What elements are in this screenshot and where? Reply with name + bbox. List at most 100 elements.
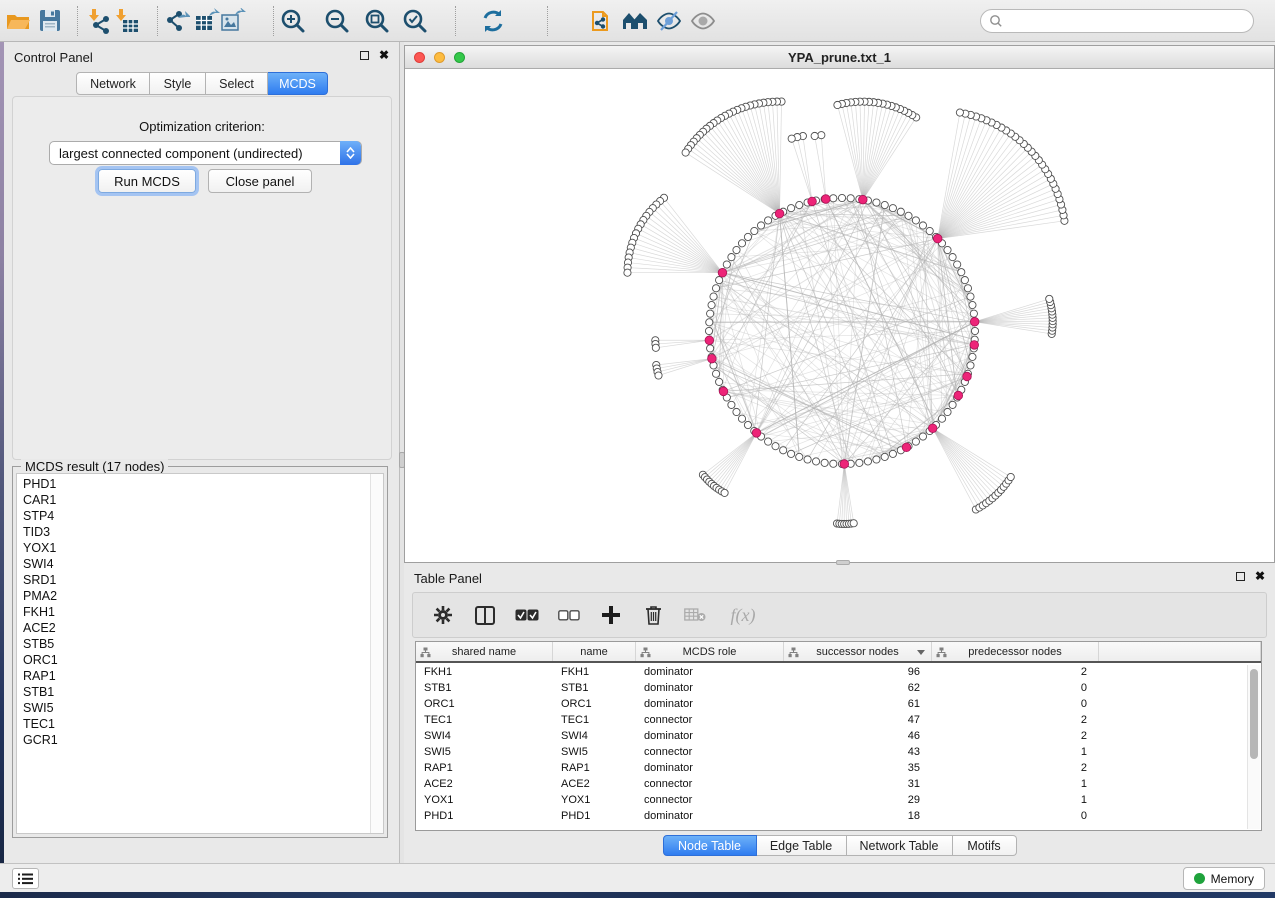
table-cell[interactable]: 2 [932,729,1099,745]
table-cell[interactable]: dominator [636,729,784,745]
table-panel-divider-handle[interactable] [836,560,850,565]
table-cell[interactable]: connector [636,713,784,729]
table-cell[interactable]: 62 [784,681,932,697]
mcds-hub-node[interactable] [902,443,911,452]
mcds-hub-node[interactable] [963,372,972,381]
mcds-result-item[interactable]: SRD1 [23,572,58,588]
table-cell[interactable]: SWI5 [553,745,636,761]
table-cell[interactable]: 2 [932,713,1099,729]
zoom-in-icon[interactable] [280,8,306,34]
tab-network[interactable]: Network [76,72,150,95]
table-row[interactable]: STB1STB1dominator620 [416,681,1261,697]
import-table-icon[interactable] [114,8,140,34]
mcds-hub-node[interactable] [859,195,868,204]
table-row[interactable]: SWI4SWI4dominator462 [416,729,1261,745]
table-cell[interactable]: 0 [932,697,1099,713]
mcds-hub-node[interactable] [954,391,963,400]
column-header[interactable]: name [553,642,636,661]
table-cell[interactable]: connector [636,745,784,761]
table-cell[interactable]: 18 [784,809,932,825]
close-panel-button[interactable]: Close panel [208,169,312,193]
show-panels-icon[interactable] [690,8,716,34]
export-image-icon[interactable] [220,8,246,34]
table-cell[interactable]: dominator [636,761,784,777]
table-cell[interactable]: TEC1 [416,713,553,729]
mcds-result-item[interactable]: STB1 [23,684,58,700]
table-cell[interactable]: 2 [932,761,1099,777]
open-session-icon[interactable] [5,8,31,34]
table-cell[interactable]: ACE2 [553,777,636,793]
mcds-result-list[interactable]: PHD1CAR1STP4TID3YOX1SWI4SRD1PMA2FKH1ACE2… [16,473,384,834]
search-input[interactable] [1003,12,1253,30]
table-cell[interactable]: SWI5 [416,745,553,761]
table-cell[interactable]: connector [636,777,784,793]
mcds-result-item[interactable]: PHD1 [23,476,58,492]
mcds-hub-node[interactable] [718,268,727,277]
zoom-fit-icon[interactable] [364,8,390,34]
table-cell[interactable]: 47 [784,713,932,729]
hide-panels-icon[interactable] [656,8,682,34]
tab-mcds[interactable]: MCDS [268,72,328,95]
mcds-hub-node[interactable] [970,341,979,350]
mcds-hub-node[interactable] [708,354,717,363]
table-cell[interactable]: STB1 [553,681,636,697]
mcds-hub-node[interactable] [840,460,849,469]
column-header[interactable]: predecessor nodes [932,642,1099,661]
import-network-icon[interactable] [87,8,113,34]
table-cell[interactable]: PHD1 [553,809,636,825]
export-network-icon[interactable] [164,8,190,34]
column-header[interactable]: successor nodes [784,642,932,661]
mcds-hub-node[interactable] [928,424,937,433]
mcds-hub-node[interactable] [752,429,761,438]
table-cell[interactable]: 96 [784,665,932,681]
mcds-result-item[interactable]: STP4 [23,508,58,524]
mcds-result-item[interactable]: FKH1 [23,604,58,620]
mcds-hub-node[interactable] [970,317,979,326]
mcds-result-item[interactable]: TEC1 [23,716,58,732]
column-header[interactable]: shared name [416,642,553,661]
delete-columns-icon[interactable] [641,603,665,627]
mcds-hub-node[interactable] [705,336,714,345]
column-header[interactable]: MCDS role [636,642,784,661]
mcds-hub-node[interactable] [808,197,817,206]
tab-node-table[interactable]: Node Table [663,835,757,856]
mcds-result-item[interactable]: YOX1 [23,540,58,556]
table-row[interactable]: ORC1ORC1dominator610 [416,697,1261,713]
table-cell[interactable]: 1 [932,745,1099,761]
mcds-result-item[interactable]: CAR1 [23,492,58,508]
table-cell[interactable]: STB1 [416,681,553,697]
mcds-result-item[interactable]: RAP1 [23,668,58,684]
table-cell[interactable]: TEC1 [553,713,636,729]
tab-select[interactable]: Select [206,72,268,95]
table-cell[interactable]: 1 [932,793,1099,809]
mcds-result-item[interactable]: PMA2 [23,588,58,604]
table-cell[interactable]: ORC1 [553,697,636,713]
table-cell[interactable]: dominator [636,809,784,825]
table-cell[interactable]: RAP1 [416,761,553,777]
table-cell[interactable]: connector [636,793,784,809]
table-cell[interactable]: YOX1 [416,793,553,809]
table-cell[interactable]: 31 [784,777,932,793]
table-cell[interactable]: 29 [784,793,932,809]
network-graph[interactable] [405,69,1274,562]
table-cell[interactable]: 0 [932,681,1099,697]
float-panel-icon[interactable] [360,51,369,60]
tab-style[interactable]: Style [150,72,206,95]
table-cell[interactable]: YOX1 [553,793,636,809]
table-cell[interactable]: ACE2 [416,777,553,793]
criterion-dropdown[interactable]: largest connected component (undirected) [49,141,362,165]
tab-edge-table[interactable]: Edge Table [757,835,847,856]
table-cell[interactable]: 1 [932,777,1099,793]
mcds-hub-node[interactable] [719,387,728,396]
mcds-hub-node[interactable] [821,195,830,204]
table-cell[interactable]: 61 [784,697,932,713]
table-row[interactable]: PHD1PHD1dominator180 [416,809,1261,825]
mcds-result-item[interactable]: GCR1 [23,732,58,748]
share-document-icon[interactable] [590,8,616,34]
table-cell[interactable]: 43 [784,745,932,761]
task-history-button[interactable] [12,868,39,889]
mcds-result-item[interactable]: SWI4 [23,556,58,572]
table-options-gear-icon[interactable] [431,603,455,627]
close-table-panel-icon[interactable]: ✖ [1255,570,1265,582]
network-overview-icon[interactable] [622,8,648,34]
